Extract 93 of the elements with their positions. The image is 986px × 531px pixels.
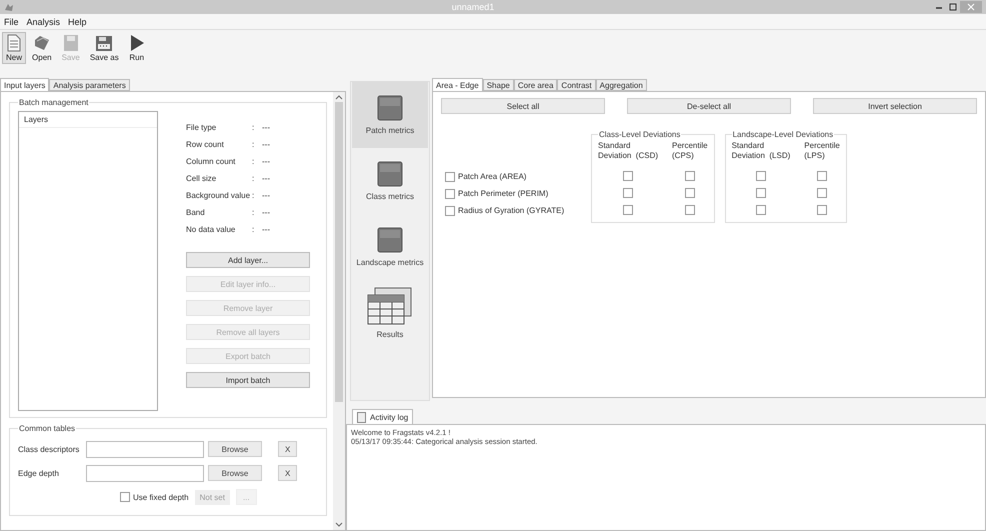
property-label: Column count bbox=[186, 157, 236, 166]
panel-button[interactable]: Add layer... bbox=[186, 252, 310, 268]
clear-button[interactable]: X bbox=[278, 441, 298, 457]
property-label: No data value bbox=[186, 225, 236, 234]
separator: : bbox=[252, 191, 256, 200]
clear-button[interactable]: X bbox=[278, 465, 298, 481]
separator: : bbox=[252, 140, 256, 149]
checkbox[interactable] bbox=[623, 170, 633, 180]
column-header: Percentile (CPS) bbox=[672, 141, 708, 162]
menu-item[interactable]: File bbox=[4, 16, 19, 26]
menu-item[interactable]: Analysis bbox=[26, 16, 60, 26]
square-icon bbox=[377, 95, 403, 121]
checkbox[interactable] bbox=[445, 206, 455, 216]
checkbox[interactable] bbox=[623, 204, 633, 214]
browse-button[interactable]: Browse bbox=[208, 465, 262, 481]
property-value: --- bbox=[262, 140, 270, 149]
scrollbar[interactable] bbox=[333, 92, 345, 530]
separator: : bbox=[252, 225, 256, 234]
tab[interactable]: Aggregation bbox=[596, 79, 647, 91]
list-header: Layers bbox=[19, 112, 157, 128]
metric-label: Radius of Gyration (GYRATE) bbox=[458, 206, 564, 215]
app-icon bbox=[4, 2, 14, 12]
toolbar-button[interactable]: Save as bbox=[86, 32, 123, 64]
document-icon bbox=[357, 412, 366, 422]
toolbar-button[interactable]: Open bbox=[28, 32, 56, 64]
layer-list[interactable]: Layers bbox=[18, 111, 158, 411]
property-label: File type bbox=[186, 123, 218, 132]
property-value: --- bbox=[262, 208, 270, 217]
checkbox[interactable] bbox=[756, 204, 766, 214]
metric-label: Patch Perimeter (PERIM) bbox=[458, 189, 548, 198]
path-field[interactable] bbox=[86, 440, 204, 458]
separator: : bbox=[252, 208, 256, 217]
sidebar-item[interactable]: Class metrics bbox=[352, 148, 428, 214]
table-icon bbox=[367, 287, 413, 325]
checkbox[interactable] bbox=[817, 204, 828, 214]
separator: : bbox=[252, 157, 256, 166]
checkbox[interactable] bbox=[756, 188, 766, 198]
column-header: Standard Deviation (CSD) bbox=[598, 141, 658, 162]
sidebar-item[interactable]: Patch metrics bbox=[352, 82, 428, 148]
separator: : bbox=[252, 174, 256, 183]
checkbox[interactable] bbox=[445, 188, 455, 198]
property-label: Row count bbox=[186, 140, 225, 149]
group-title: Batch management bbox=[18, 98, 90, 107]
column-header: Percentile (LPS) bbox=[804, 141, 840, 162]
tab[interactable]: Input layers bbox=[0, 78, 50, 91]
checkbox[interactable] bbox=[756, 170, 766, 180]
square-icon bbox=[377, 227, 403, 253]
toolbar-button[interactable]: New bbox=[2, 32, 26, 64]
tab[interactable]: Core area bbox=[514, 79, 558, 91]
sidebar-item[interactable]: Results bbox=[352, 280, 428, 346]
path-field[interactable] bbox=[86, 464, 204, 482]
sidebar-item[interactable]: Landscape metrics bbox=[352, 214, 428, 280]
metric-label: Patch Area (AREA) bbox=[458, 172, 526, 181]
menu-item[interactable]: Help bbox=[68, 16, 87, 26]
checkbox[interactable] bbox=[817, 170, 828, 180]
selection-button[interactable]: Select all bbox=[441, 98, 605, 114]
property-label: Background value bbox=[186, 191, 252, 200]
checkbox[interactable] bbox=[817, 188, 828, 198]
column-header: Standard Deviation (LSD) bbox=[732, 141, 790, 162]
checkbox-label: Use fixed depth bbox=[133, 492, 189, 502]
separator: : bbox=[252, 123, 256, 132]
play-icon bbox=[128, 34, 145, 52]
folder-icon bbox=[32, 34, 51, 52]
tab[interactable]: Shape bbox=[482, 79, 514, 91]
checkbox[interactable] bbox=[684, 204, 695, 214]
property-label: Cell size bbox=[186, 174, 218, 183]
checkbox[interactable] bbox=[120, 492, 130, 502]
toolbar-button[interactable]: Run bbox=[124, 32, 149, 64]
panel-button[interactable]: Import batch bbox=[186, 372, 310, 388]
property-value: --- bbox=[262, 157, 270, 166]
document-icon bbox=[7, 34, 21, 52]
tab[interactable]: Contrast bbox=[557, 79, 596, 91]
selection-button[interactable]: De-select all bbox=[627, 98, 791, 114]
group-title: Landscape-Level Deviations bbox=[732, 130, 834, 139]
tab[interactable]: Analysis parameters bbox=[49, 79, 130, 91]
property-value: --- bbox=[262, 225, 270, 234]
checkbox[interactable] bbox=[445, 172, 455, 182]
property-value: --- bbox=[262, 123, 270, 132]
selection-button[interactable]: Invert selection bbox=[813, 98, 977, 114]
property-label: Band bbox=[186, 208, 206, 217]
checkbox[interactable] bbox=[623, 188, 633, 198]
tab[interactable]: Activity log bbox=[352, 409, 414, 424]
square-icon bbox=[377, 161, 403, 187]
property-value: --- bbox=[262, 191, 270, 200]
tab[interactable]: Area - Edge bbox=[432, 78, 483, 91]
checkbox[interactable] bbox=[684, 188, 695, 198]
checkbox[interactable] bbox=[684, 170, 695, 180]
property-value: --- bbox=[262, 174, 270, 183]
group-title: Common tables bbox=[18, 424, 76, 433]
field-label: Class descriptors bbox=[18, 444, 80, 454]
field-label: Edge depth bbox=[18, 468, 60, 478]
group-title: Class-Level Deviations bbox=[598, 130, 682, 139]
browse-button[interactable]: Browse bbox=[208, 441, 262, 457]
